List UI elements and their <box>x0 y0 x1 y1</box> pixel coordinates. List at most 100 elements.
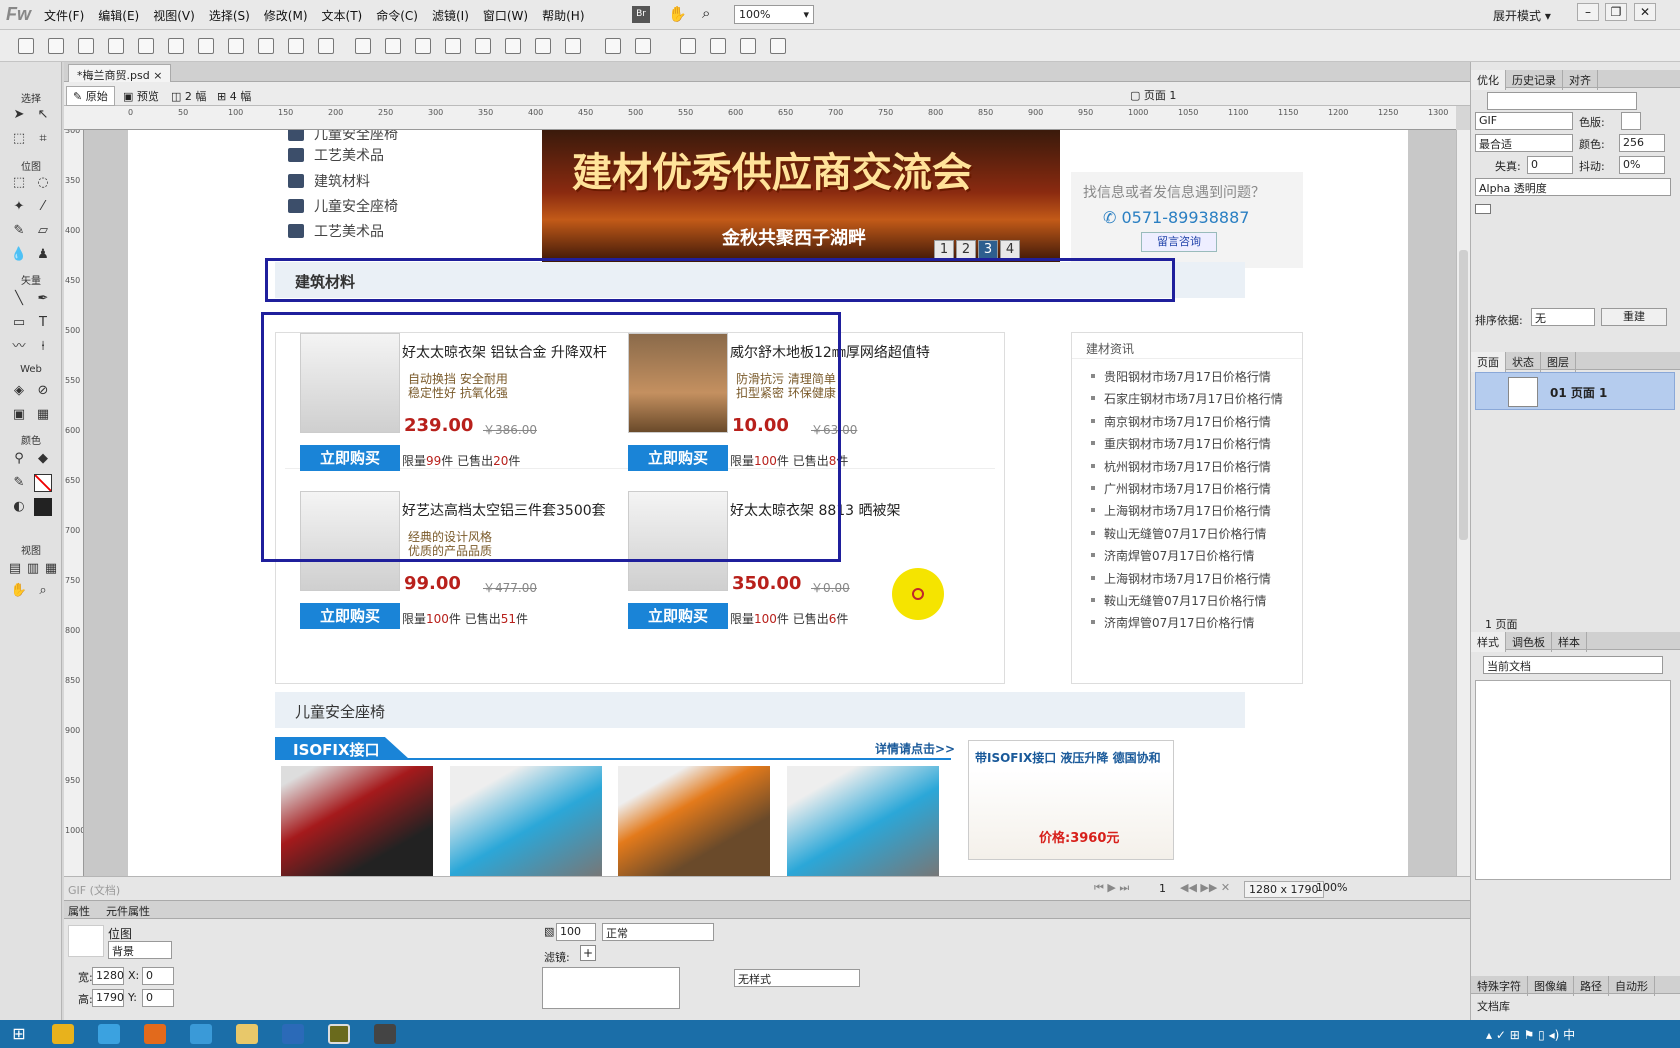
x-field[interactable]: 0 <box>142 967 174 985</box>
document-size[interactable]: 1280 x 1790 <box>1244 881 1324 898</box>
menu-filters[interactable]: 滤镜(I) <box>432 7 469 24</box>
menu-commands[interactable]: 命令(C) <box>376 7 418 24</box>
seat-ad[interactable]: 带ISOFIX接口 液压升降 德国协和 价格:3960元 <box>968 740 1174 860</box>
consult-button[interactable]: 留言咨询 <box>1141 232 1217 252</box>
opacity-field[interactable]: 100 <box>556 923 596 941</box>
full-menu-screen-icon[interactable]: ▥ <box>24 560 42 578</box>
add-filter-button[interactable]: + <box>580 945 596 961</box>
bring-front-icon[interactable] <box>475 38 491 54</box>
seat-image[interactable] <box>450 766 602 876</box>
bring-forward-icon[interactable] <box>505 38 521 54</box>
system-tray[interactable]: ▴ ✓ ⊞ ⚑ ▯ ◂) 中 <box>1486 1026 1575 1043</box>
flip-vertical-icon[interactable] <box>770 38 786 54</box>
tab-preview[interactable]: ▣ 预览 <box>116 86 166 106</box>
eyedropper-tool-icon[interactable]: ⚲ <box>10 450 28 468</box>
news-item[interactable]: 济南焊管07月17日价格行情 <box>1091 547 1255 564</box>
align-icon[interactable] <box>635 38 651 54</box>
marquee-tool-icon[interactable]: ⬚ <box>10 174 28 192</box>
tab-optimize[interactable]: 优化 <box>1471 70 1506 90</box>
pencil-tool-icon[interactable]: ✎ <box>10 222 28 240</box>
news-item[interactable]: 鞍山无缝管07月17日价格行情 <box>1091 592 1267 609</box>
tab-history[interactable]: 历史记录 <box>1506 70 1563 90</box>
seat-image[interactable] <box>787 766 939 876</box>
bridge-icon[interactable]: Br <box>632 6 650 23</box>
redo-icon[interactable] <box>228 38 244 54</box>
news-item[interactable]: 南京钢材市场7月17日价格行情 <box>1091 413 1271 430</box>
copy-icon[interactable] <box>288 38 304 54</box>
tab-states[interactable]: 状态 <box>1506 352 1541 372</box>
buy-now-button[interactable]: 立即购买 <box>300 603 400 629</box>
send-back-icon[interactable] <box>565 38 581 54</box>
banner-dot[interactable]: 3 <box>978 240 998 260</box>
ie-icon[interactable] <box>98 1024 120 1044</box>
y-field[interactable]: 0 <box>142 989 174 1007</box>
document-library-label[interactable]: 文档库 <box>1477 998 1510 1014</box>
minimize-button[interactable]: – <box>1577 3 1599 21</box>
rotate-ccw-icon[interactable] <box>680 38 696 54</box>
news-item[interactable]: 重庆钢材市场7月17日价格行情 <box>1091 435 1271 452</box>
blur-tool-icon[interactable]: 💧 <box>10 246 28 264</box>
import-icon[interactable] <box>108 38 124 54</box>
paste-icon[interactable] <box>318 38 334 54</box>
transparency-select[interactable]: Alpha 透明度 <box>1475 178 1671 196</box>
rebuild-button[interactable]: 重建 <box>1601 308 1667 326</box>
scale-tool-icon[interactable]: ⬚ <box>10 130 28 148</box>
color-table-swatch[interactable] <box>1475 204 1491 214</box>
chrome-icon[interactable] <box>52 1024 74 1044</box>
pen-tool-icon[interactable]: ✒ <box>34 290 52 308</box>
news-item[interactable]: 石家庄钢材市场7月17日价格行情 <box>1091 390 1283 407</box>
tab-align[interactable]: 对齐 <box>1563 70 1598 90</box>
text-tool-icon[interactable]: T <box>34 314 52 332</box>
workspace-mode[interactable]: 展开模式 ▾ <box>1493 7 1551 24</box>
object-name-field[interactable]: 背景 <box>108 941 172 959</box>
tab-swatches[interactable]: 样本 <box>1552 632 1587 652</box>
hand-icon[interactable]: ✋ <box>668 5 687 23</box>
cut-icon[interactable] <box>258 38 274 54</box>
full-screen-icon[interactable]: ▦ <box>42 560 60 578</box>
show-slices-icon[interactable]: ▦ <box>34 406 52 424</box>
isofix-tab[interactable]: ISOFIX接口 <box>275 737 409 759</box>
stroke-swatch[interactable] <box>34 474 52 492</box>
split-icon[interactable] <box>445 38 461 54</box>
im-icon[interactable] <box>190 1024 212 1044</box>
hotspot-tool-icon[interactable]: ◈ <box>10 382 28 400</box>
tab-special-chars[interactable]: 特殊字符 <box>1471 976 1528 996</box>
explorer-icon[interactable] <box>236 1024 258 1044</box>
menu-modify[interactable]: 修改(M) <box>264 7 308 24</box>
news-item[interactable]: 鞍山无缝管07月17日价格行情 <box>1091 525 1267 542</box>
fill-color-icon[interactable]: ◐ <box>10 498 28 516</box>
sort-select[interactable]: 无 <box>1531 308 1595 326</box>
distribute-icon[interactable] <box>605 38 621 54</box>
menu-window[interactable]: 窗口(W) <box>483 7 528 24</box>
slice-tool-icon[interactable]: ⊘ <box>34 382 52 400</box>
tab-properties[interactable]: 属性 <box>68 903 90 919</box>
menu-view[interactable]: 视图(V) <box>153 7 195 24</box>
colors-select[interactable]: 256 <box>1619 134 1665 152</box>
hide-slices-icon[interactable]: ▣ <box>10 406 28 424</box>
details-link[interactable]: 详情请点击>> <box>875 740 955 757</box>
news-item[interactable]: 上海钢材市场7月17日价格行情 <box>1091 502 1271 519</box>
scrollbar-thumb[interactable] <box>1459 250 1468 540</box>
style-select[interactable]: 无样式 <box>734 969 860 987</box>
stamp-tool-icon[interactable]: ♟ <box>34 246 52 264</box>
tab-autoshape[interactable]: 自动形 <box>1609 976 1655 996</box>
freeform-tool-icon[interactable]: 〰 <box>10 338 28 356</box>
new-icon[interactable] <box>18 38 34 54</box>
loss-field[interactable]: 0 <box>1527 156 1573 174</box>
style-library-select[interactable]: 当前文档 <box>1483 656 1663 674</box>
page-nav-icons[interactable]: ⏮ ▶ ⏭ <box>1094 881 1129 895</box>
send-backward-icon[interactable] <box>535 38 551 54</box>
pointer-tool-icon[interactable]: ➤ <box>10 106 28 124</box>
menu-text[interactable]: 文本(T) <box>322 7 363 24</box>
rotate-cw-icon[interactable] <box>710 38 726 54</box>
banner-dot[interactable]: 2 <box>956 240 976 260</box>
news-item[interactable]: 贵阳钢材市场7月17日价格行情 <box>1091 368 1271 385</box>
banner-dot[interactable]: 4 <box>1000 240 1020 260</box>
tab-styles[interactable]: 样式 <box>1471 632 1506 652</box>
tab-pages[interactable]: 页面 <box>1471 352 1506 372</box>
format-select[interactable]: GIF <box>1475 112 1573 130</box>
paint-bucket-icon[interactable]: ◆ <box>34 450 52 468</box>
print-icon[interactable] <box>168 38 184 54</box>
seat-image[interactable] <box>618 766 770 876</box>
app-icon[interactable] <box>374 1024 396 1044</box>
